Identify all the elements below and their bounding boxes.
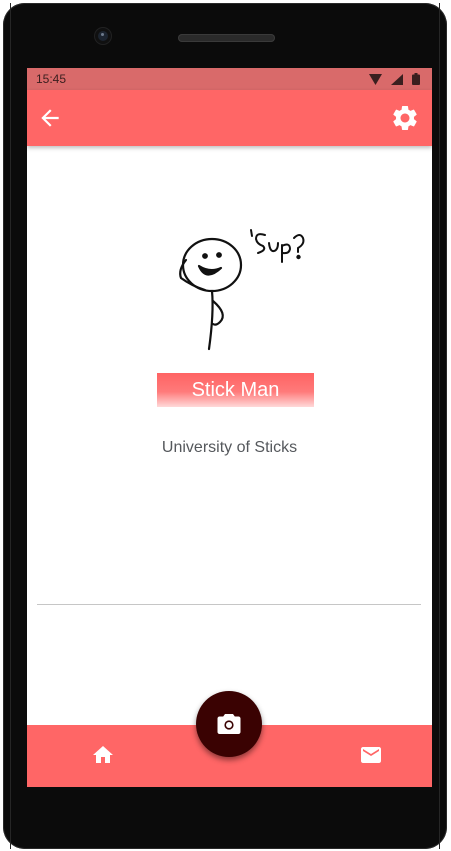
profile-school: University of Sticks	[161, 439, 298, 456]
earpiece-speaker	[178, 34, 275, 42]
mail-icon[interactable]	[358, 743, 384, 767]
home-icon[interactable]	[91, 743, 115, 767]
app-bar	[27, 90, 432, 146]
arrow-left-icon[interactable]	[37, 105, 63, 131]
app-screen: 15:45 Stick Man University of Sticks	[27, 68, 432, 787]
avatar	[179, 229, 305, 351]
front-camera	[95, 28, 111, 44]
phone-frame: 15:45 Stick Man University of Sticks	[3, 3, 447, 849]
status-time: 15:45	[36, 72, 67, 86]
camera-button[interactable]	[196, 691, 262, 757]
camera-icon	[217, 714, 241, 734]
wifi-icon	[369, 73, 382, 85]
signal-icon	[391, 73, 403, 85]
status-bar: 15:45	[27, 68, 432, 90]
profile-name: Stick Man	[157, 373, 314, 407]
battery-icon	[412, 73, 420, 85]
divider	[37, 604, 421, 605]
gear-icon[interactable]	[390, 103, 420, 133]
